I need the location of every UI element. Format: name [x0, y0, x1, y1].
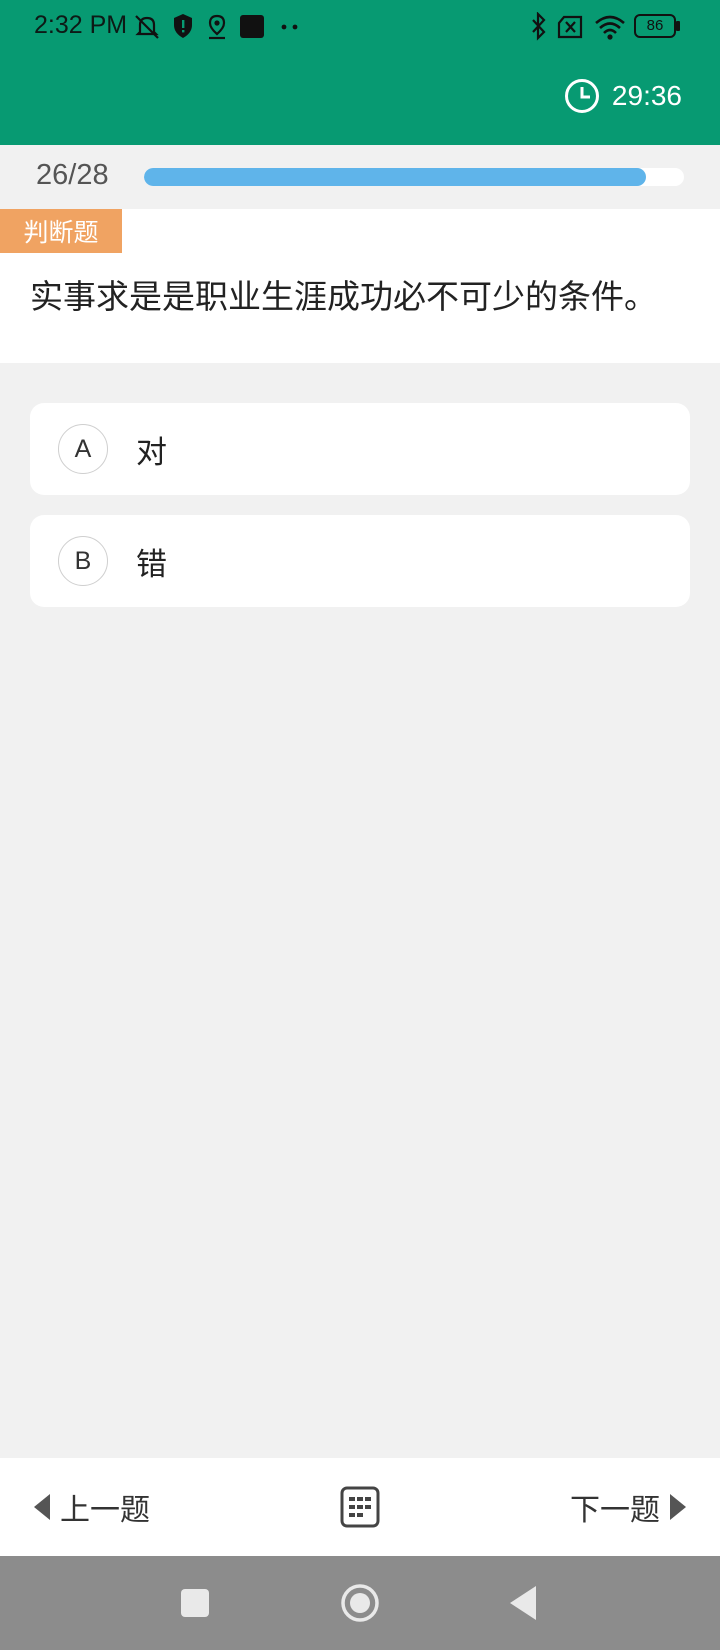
wifi-icon	[595, 15, 625, 40]
location-pin-icon	[208, 14, 226, 40]
question-type-badge: 判断题	[0, 209, 122, 253]
clock-icon	[564, 79, 599, 113]
status-time: 2:32 PM	[34, 11, 128, 39]
home-circle-icon	[341, 1584, 379, 1622]
back-triangle-icon	[510, 1586, 536, 1620]
question-card: 判断题 实事求是是职业生涯成功必不可少的条件。	[0, 209, 720, 363]
recents-button[interactable]	[180, 1556, 210, 1650]
status-bar: 2:32 PM 86	[0, 0, 720, 54]
mute-bell-icon	[135, 15, 159, 39]
timer-value: 29:36	[611, 80, 682, 111]
battery-level: 86	[646, 17, 664, 34]
back-button[interactable]	[508, 1556, 538, 1650]
next-question-label: 下一题	[570, 1493, 660, 1528]
answer-sheet-icon[interactable]	[340, 1486, 380, 1528]
progress-count: 26/28	[36, 159, 109, 191]
option-a[interactable]: A 对	[30, 403, 690, 495]
previous-question-label: 上一题	[60, 1493, 150, 1528]
option-letter: B	[58, 536, 108, 586]
app-square-icon	[240, 15, 264, 38]
no-sim-icon	[557, 15, 583, 39]
progress-bar-fill	[144, 168, 647, 186]
exam-timer: 29:36	[564, 78, 682, 114]
question-text: 实事求是是职业生涯成功必不可少的条件。	[30, 277, 657, 316]
recents-square-icon	[181, 1589, 209, 1617]
battery-icon: 86	[634, 14, 680, 38]
progress-bar	[144, 168, 684, 186]
option-letter: A	[58, 424, 108, 474]
system-nav-bar	[0, 1556, 720, 1650]
home-button[interactable]	[340, 1556, 380, 1650]
bluetooth-icon	[532, 12, 546, 41]
app-header: 2:32 PM 86 29:36	[0, 0, 720, 145]
caret-left-icon	[34, 1494, 50, 1520]
next-question-button[interactable]: 下一题	[570, 1458, 686, 1556]
shield-alert-icon	[174, 14, 192, 38]
question-nav-bar: 上一题 下一题	[0, 1458, 720, 1556]
option-text: 错	[136, 546, 167, 583]
option-text: 对	[136, 434, 167, 471]
option-b[interactable]: B 错	[30, 515, 690, 607]
progress-row: 26/28	[0, 145, 720, 209]
caret-right-icon	[670, 1494, 686, 1520]
more-dots-icon	[281, 24, 298, 30]
previous-question-button[interactable]: 上一题	[34, 1458, 150, 1556]
